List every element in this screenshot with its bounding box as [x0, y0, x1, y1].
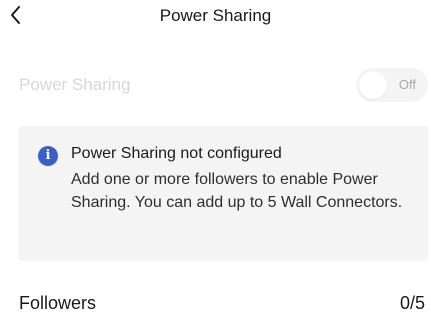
toggle-knob	[359, 71, 387, 99]
info-card-title: Power Sharing not configured	[71, 145, 282, 162]
info-card: i Power Sharing not configured Add one o…	[18, 126, 428, 261]
power-sharing-toggle-label: Power Sharing	[19, 75, 131, 94]
followers-row[interactable]: Followers 0/5	[0, 288, 431, 316]
followers-count: 0/5	[399, 293, 425, 313]
page-title: Power Sharing	[159, 6, 272, 25]
info-card-body: Add one or more followers to enable Powe…	[71, 171, 403, 211]
power-sharing-toggle[interactable]: Off	[356, 68, 428, 102]
followers-label: Followers	[19, 293, 97, 313]
header: Power Sharing	[0, 0, 431, 34]
power-sharing-screen: Power Sharing Power Sharing Off i Power …	[0, 0, 431, 317]
power-sharing-toggle-row: Power Sharing Off	[0, 66, 431, 104]
info-icon: i	[38, 146, 58, 166]
toggle-state-text: Off	[398, 77, 416, 92]
